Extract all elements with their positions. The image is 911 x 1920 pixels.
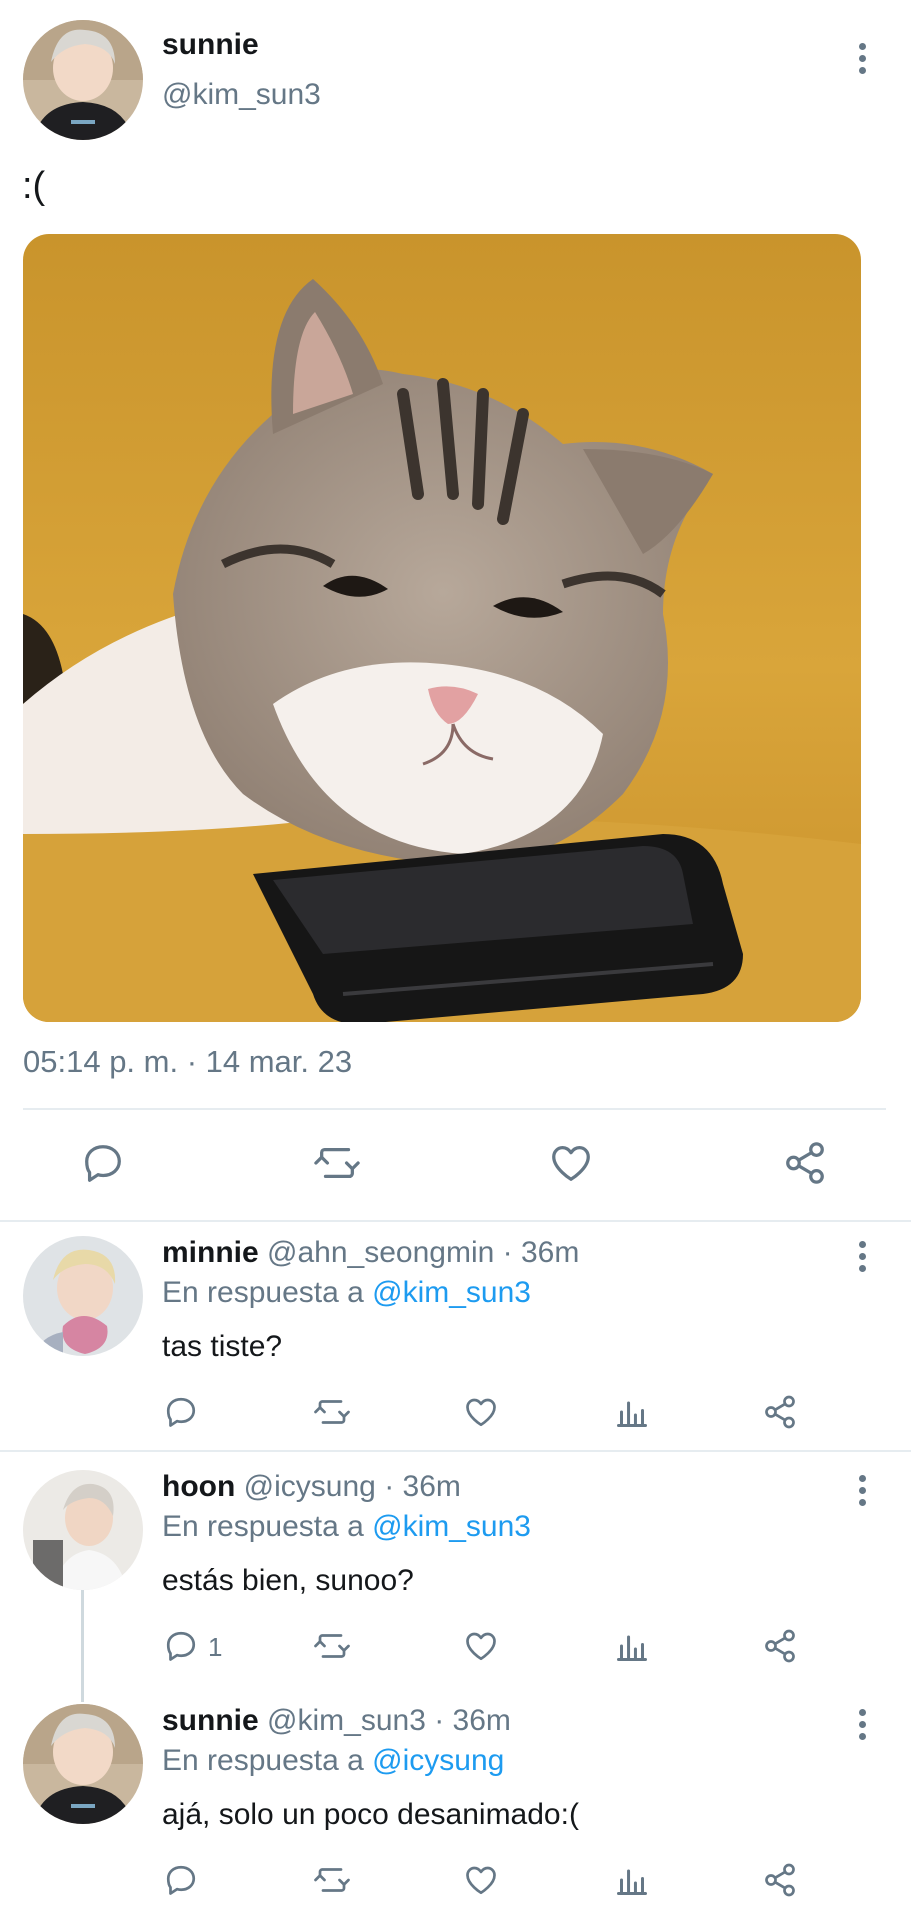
reply-display-name[interactable]: minnie	[162, 1236, 259, 1269]
reply-text: ajá, solo un poco desanimado:(	[162, 1798, 579, 1831]
author-display-name[interactable]: sunnie	[162, 28, 259, 62]
reply-handle[interactable]: @icysung	[244, 1470, 376, 1503]
reply-to-mention[interactable]: @kim_sun3	[372, 1510, 531, 1543]
tweet-timestamp: 05:14 p. m. · 14 mar. 23	[23, 1044, 353, 1079]
more-options-icon[interactable]	[852, 1704, 872, 1744]
analytics-icon[interactable]	[614, 1862, 650, 1898]
like-icon[interactable]	[463, 1394, 499, 1430]
more-options-icon[interactable]	[852, 38, 872, 78]
reply-time: · 36m	[384, 1470, 461, 1503]
author-avatar[interactable]	[23, 20, 143, 140]
reply-avatar[interactable]	[23, 1470, 143, 1590]
share-icon[interactable]	[762, 1628, 798, 1664]
reply-count: 1	[208, 1632, 223, 1662]
share-icon[interactable]	[782, 1140, 828, 1186]
reply-handle[interactable]: @kim_sun3	[267, 1704, 426, 1737]
reply-text: estás bien, sunoo?	[162, 1564, 414, 1597]
retweet-icon[interactable]	[312, 1862, 352, 1898]
reply-header: minnie @ahn_seongmin · 36m	[162, 1236, 579, 1270]
like-icon[interactable]	[548, 1140, 594, 1186]
more-options-icon[interactable]	[852, 1470, 872, 1510]
reply-display-name[interactable]: hoon	[162, 1470, 235, 1503]
share-icon[interactable]	[762, 1862, 798, 1898]
reply-to-mention[interactable]: @kim_sun3	[372, 1276, 531, 1309]
reply-to-mention[interactable]: @icysung	[372, 1744, 504, 1777]
retweet-icon[interactable]	[312, 1394, 352, 1430]
reply-time: · 36m	[502, 1236, 580, 1269]
reply-prefix: En respuesta a	[162, 1510, 364, 1543]
reply-context: En respuesta a @kim_sun3	[162, 1276, 531, 1310]
divider	[0, 1220, 911, 1222]
more-options-icon[interactable]	[852, 1236, 872, 1276]
reply-prefix: En respuesta a	[162, 1276, 364, 1309]
reply-icon[interactable]	[163, 1862, 199, 1898]
retweet-icon[interactable]	[312, 1140, 362, 1186]
author-handle[interactable]: @kim_sun3	[162, 78, 321, 112]
reply-prefix: En respuesta a	[162, 1744, 364, 1777]
reply-time: · 36m	[434, 1704, 511, 1737]
reply-header: hoon @icysung · 36m	[162, 1470, 461, 1504]
like-icon[interactable]	[463, 1628, 499, 1664]
divider	[23, 1108, 886, 1110]
reply-avatar[interactable]	[23, 1236, 143, 1356]
like-icon[interactable]	[463, 1862, 499, 1898]
reply-context: En respuesta a @icysung	[162, 1744, 504, 1778]
retweet-icon[interactable]	[312, 1628, 352, 1664]
reply-header: sunnie @kim_sun3 · 36m	[162, 1704, 511, 1738]
reply-icon[interactable]	[80, 1140, 126, 1186]
reply-handle[interactable]: @ahn_seongmin	[267, 1236, 494, 1269]
reply-text: tas tiste?	[162, 1330, 283, 1363]
reply-icon[interactable]	[163, 1628, 199, 1664]
tweet-text: :(	[22, 165, 46, 207]
share-icon[interactable]	[762, 1394, 798, 1430]
reply-display-name[interactable]: sunnie	[162, 1704, 259, 1737]
thread-line	[81, 1590, 84, 1702]
tweet-media-image[interactable]	[23, 234, 861, 1022]
analytics-icon[interactable]	[614, 1394, 650, 1430]
reply-context: En respuesta a @kim_sun3	[162, 1510, 531, 1544]
reply-avatar[interactable]	[23, 1704, 143, 1824]
divider	[0, 1450, 911, 1452]
analytics-icon[interactable]	[614, 1628, 650, 1664]
reply-icon[interactable]	[163, 1394, 199, 1430]
